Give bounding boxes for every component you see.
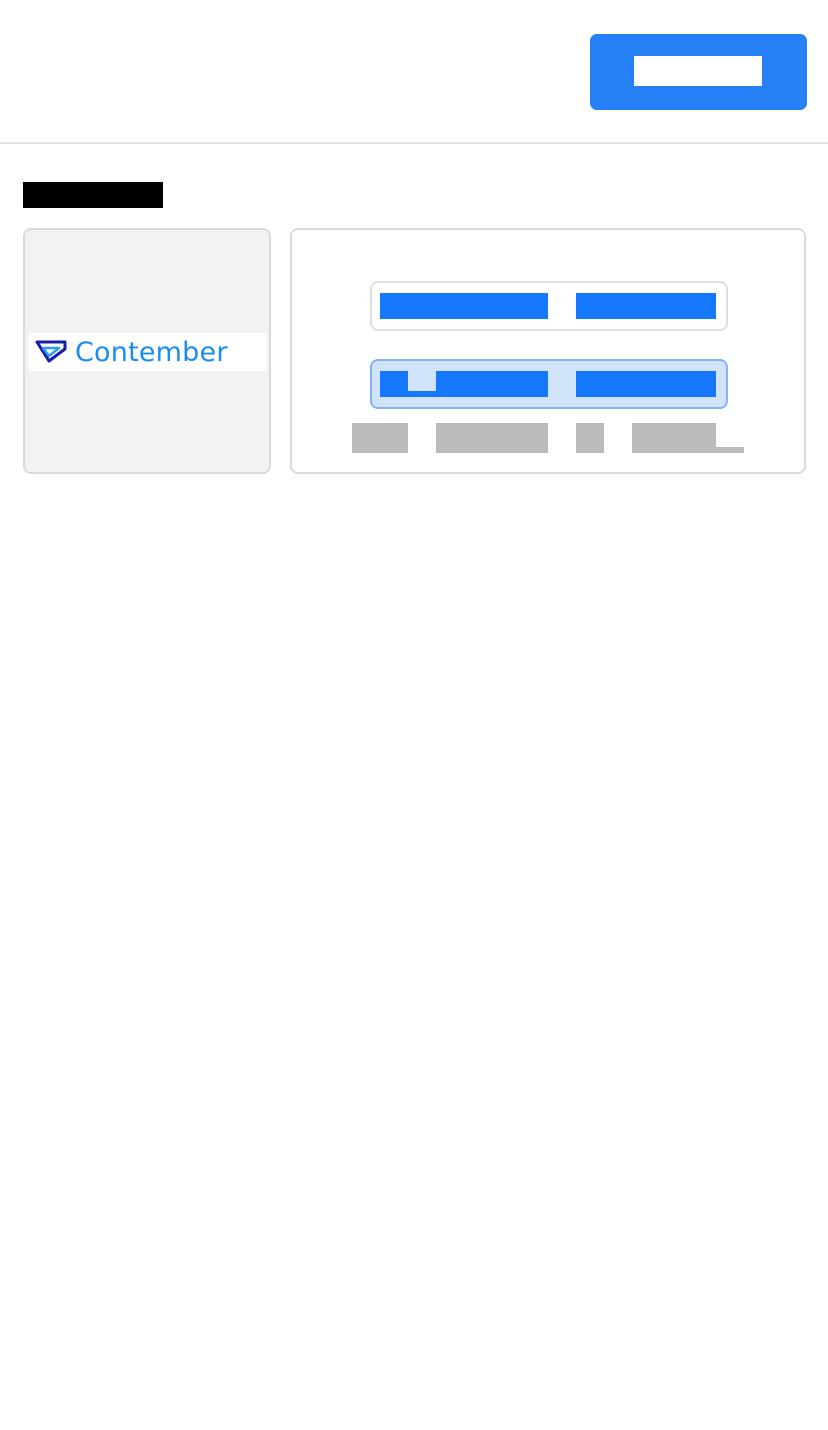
options-card — [290, 228, 806, 474]
footer-text-redacted-1 — [352, 423, 408, 453]
footer-text-redacted-4-underline — [716, 447, 744, 453]
option-2-selected[interactable] — [370, 359, 728, 409]
option-1-label-redacted — [380, 293, 548, 319]
option-2-value-redacted — [576, 371, 716, 397]
option-1-value-redacted — [576, 293, 716, 319]
footer-text-redacted-3 — [576, 423, 604, 453]
footer-text-redacted-4 — [632, 423, 716, 453]
option-2-label-gap — [408, 371, 436, 391]
page: Contember — [0, 0, 828, 1430]
header — [0, 0, 828, 144]
brand-name: Contember — [75, 336, 228, 368]
primary-action-label-redacted — [634, 56, 762, 86]
primary-action-button[interactable] — [590, 34, 807, 110]
option-1[interactable] — [370, 281, 728, 331]
logo: Contember — [29, 333, 267, 371]
logo-card: Contember — [23, 228, 271, 474]
footer-text-redacted-2 — [436, 423, 548, 453]
section-title-redacted — [23, 182, 163, 208]
contember-logo-icon — [35, 338, 69, 366]
option-2-label-redacted — [380, 371, 548, 397]
